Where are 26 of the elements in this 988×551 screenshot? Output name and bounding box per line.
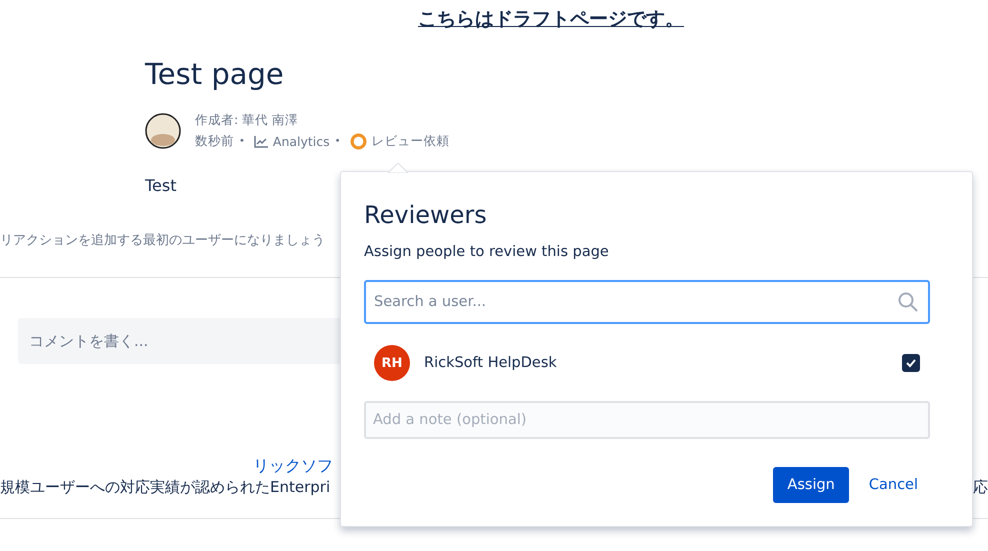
- popup-title: Reviewers: [364, 200, 488, 230]
- chart-icon: [254, 136, 268, 148]
- time-text: 数秒前: [195, 133, 234, 150]
- avatar: [145, 113, 181, 149]
- note-field[interactable]: Add a note (optional): [364, 401, 930, 439]
- checkbox[interactable]: [902, 354, 920, 372]
- page-title: Test page: [145, 56, 285, 92]
- search-field[interactable]: Search a user...: [364, 280, 930, 324]
- checkmark-icon: [905, 357, 917, 369]
- reactions-text: リアクションを追加する最初のユーザーになりましょう: [0, 232, 326, 249]
- user-avatar: RH: [374, 345, 410, 381]
- footer-text: 応: [973, 477, 988, 498]
- draft-banner-link[interactable]: こちらはドラフトページです。: [418, 6, 684, 32]
- author-text: 作成者: 華代 南澤: [195, 112, 300, 129]
- separator-dot: •: [239, 136, 245, 147]
- assign-button[interactable]: Assign: [773, 467, 849, 503]
- analytics-link[interactable]: Analytics: [272, 134, 330, 149]
- cancel-link[interactable]: Cancel: [856, 467, 930, 503]
- body-text: Test: [145, 176, 178, 195]
- ring-icon: [350, 133, 367, 150]
- user-name: RickSoft HelpDesk: [424, 355, 558, 371]
- search-icon: [898, 292, 918, 312]
- popup-subtitle: Assign people to review this page: [364, 244, 610, 260]
- separator-dot: •: [334, 136, 341, 147]
- footer-text: 規模ユーザーへの対応実績が認められたEnterpri: [0, 477, 330, 498]
- review-request-link[interactable]: レビュー依頼: [372, 133, 450, 150]
